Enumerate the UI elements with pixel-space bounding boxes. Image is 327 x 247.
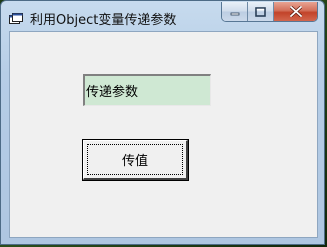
close-button[interactable] — [274, 2, 317, 21]
close-icon — [288, 2, 303, 21]
form-client-area: 传值 — [9, 31, 318, 238]
maximize-button[interactable] — [248, 2, 274, 21]
pass-value-button-label: 传值 — [121, 154, 148, 169]
pass-value-button[interactable]: 传值 — [82, 139, 189, 181]
app-window: 利用Object变量传递参数 传值 — [0, 0, 325, 245]
minimize-button[interactable] — [222, 2, 248, 21]
caption-buttons — [221, 2, 318, 22]
window-title: 利用Object变量传递参数 — [30, 13, 177, 28]
title-bar[interactable]: 利用Object变量传递参数 — [1, 1, 324, 30]
minimize-icon — [230, 2, 240, 21]
param-textbox[interactable] — [83, 74, 211, 106]
maximize-icon — [255, 2, 266, 21]
app-window-icon — [9, 10, 23, 24]
